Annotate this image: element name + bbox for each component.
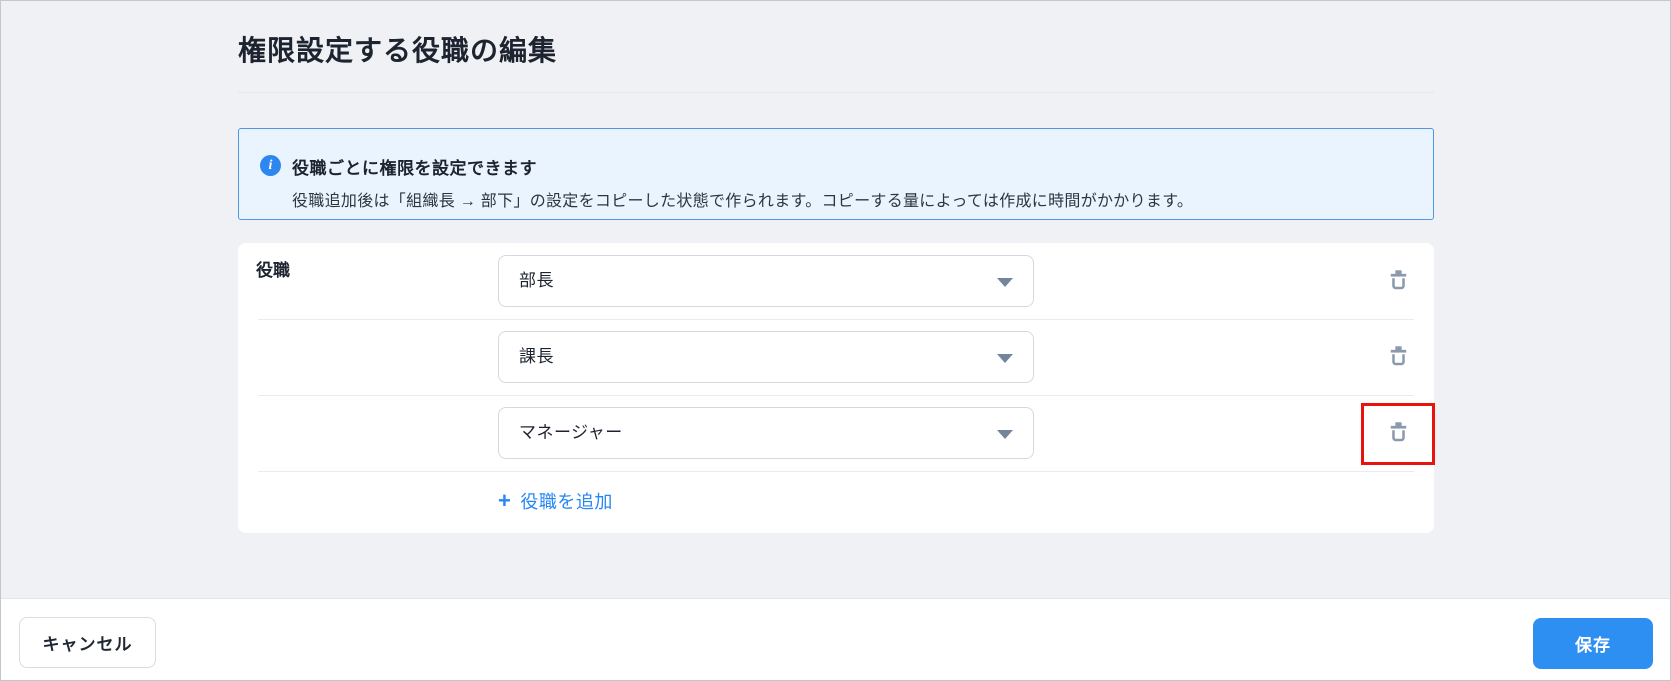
roles-form-card: 役職 部長 課長 マネージャー + 役職を追加 xyxy=(238,243,1435,533)
delete-role-button-highlighted[interactable] xyxy=(1376,411,1420,455)
info-icon: i xyxy=(260,155,281,176)
role-select[interactable]: 部長 xyxy=(498,255,1034,307)
role-select-value: 課長 xyxy=(519,347,554,366)
chevron-down-icon xyxy=(997,354,1013,363)
delete-role-button[interactable] xyxy=(1376,335,1420,379)
cancel-button[interactable]: キャンセル xyxy=(19,617,156,668)
role-row: 部長 xyxy=(238,243,1434,319)
chevron-down-icon xyxy=(997,278,1013,287)
role-select[interactable]: マネージャー xyxy=(498,407,1034,459)
trash-icon xyxy=(1387,344,1410,370)
trash-icon xyxy=(1387,420,1410,446)
delete-role-button[interactable] xyxy=(1376,259,1420,303)
trash-icon xyxy=(1387,268,1410,294)
title-divider xyxy=(238,92,1434,93)
page-title: 権限設定する役職の編集 xyxy=(238,35,558,66)
role-row: 課長 xyxy=(238,319,1434,395)
plus-icon: + xyxy=(498,488,512,513)
info-banner-title: 役職ごとに権限を設定できます xyxy=(292,159,537,178)
chevron-down-icon xyxy=(997,430,1013,439)
add-role-label: 役職を追加 xyxy=(520,492,613,512)
role-select-value: 部長 xyxy=(519,271,554,290)
save-button[interactable]: 保存 xyxy=(1533,618,1653,669)
role-select[interactable]: 課長 xyxy=(498,331,1034,383)
role-select-value: マネージャー xyxy=(519,423,623,442)
add-role-link[interactable]: + 役職を追加 xyxy=(498,488,613,514)
add-role-row: + 役職を追加 xyxy=(238,471,1434,533)
info-banner-description: 役職追加後は「組織長 → 部下」の設定をコピーした状態で作られます。コピーする量… xyxy=(292,193,1194,210)
footer-bar: キャンセル 保存 xyxy=(1,598,1670,680)
role-row: マネージャー xyxy=(238,395,1435,471)
info-banner: i 役職ごとに権限を設定できます 役職追加後は「組織長 → 部下」の設定をコピー… xyxy=(238,128,1434,220)
